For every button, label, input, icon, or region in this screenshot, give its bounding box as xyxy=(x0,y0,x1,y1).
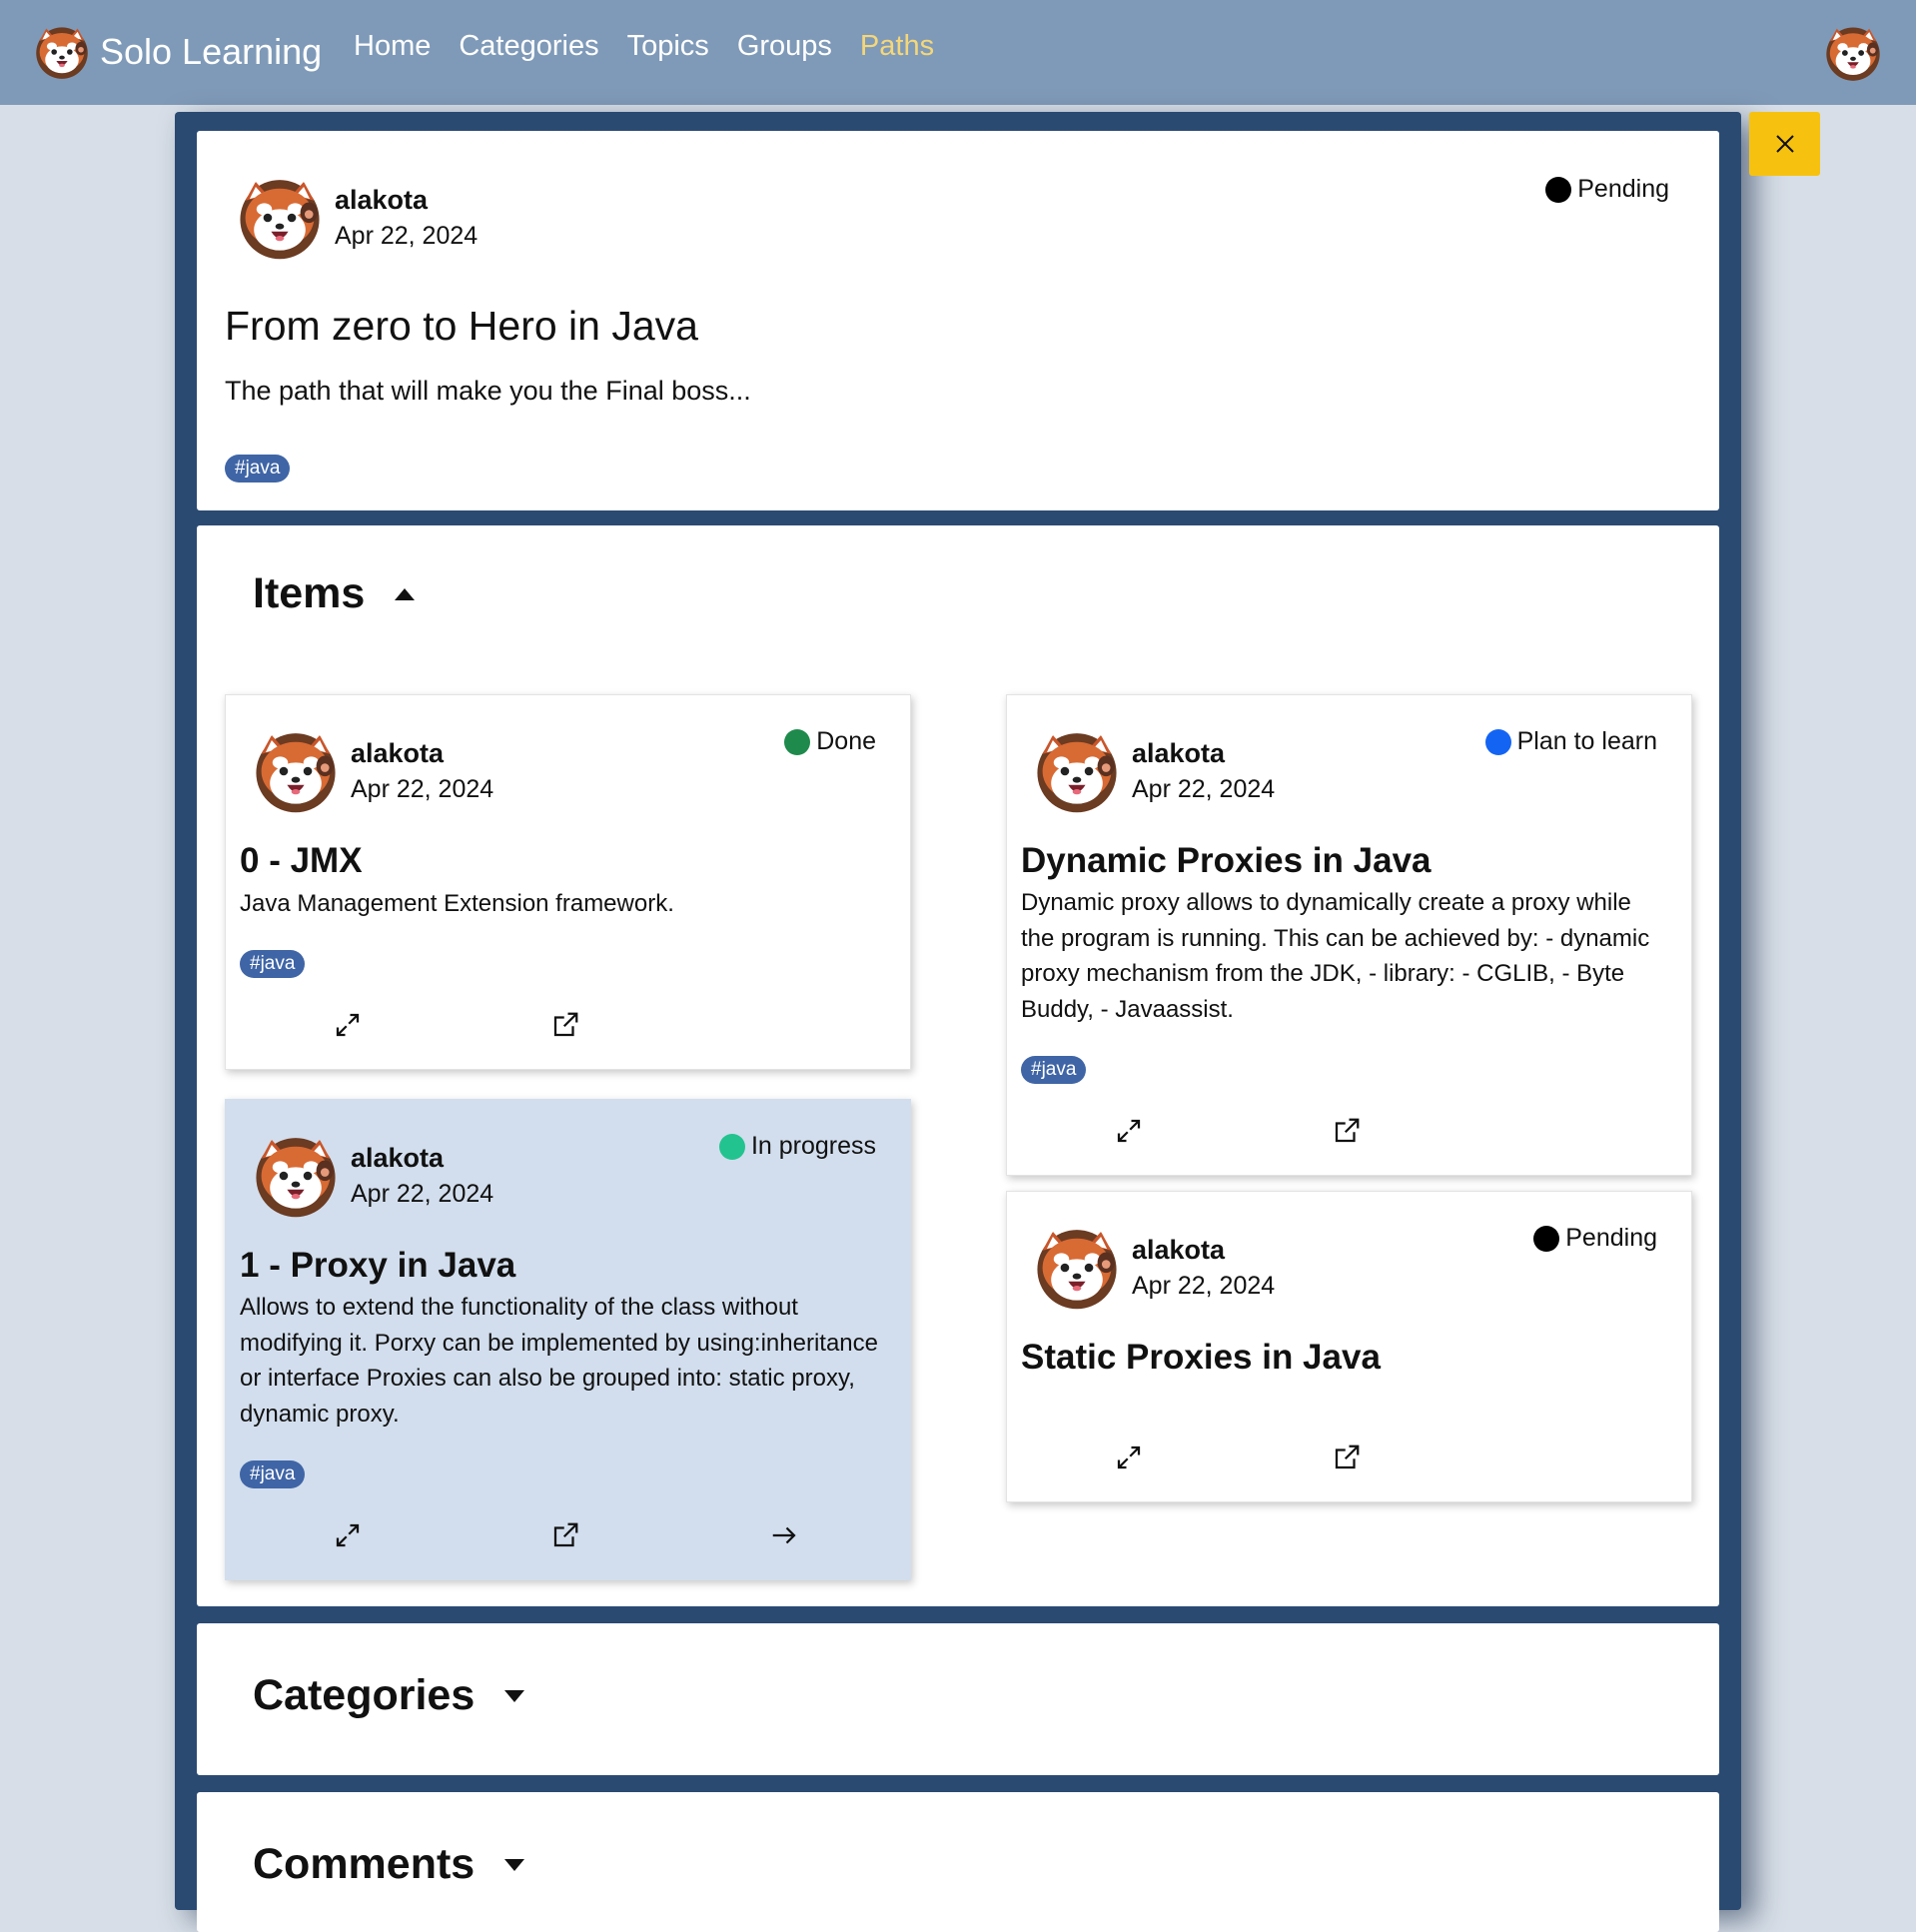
nav-link-paths[interactable]: Paths xyxy=(860,30,934,63)
path-status: Pending xyxy=(1545,175,1669,204)
external-link-icon xyxy=(550,1010,580,1040)
close-button[interactable] xyxy=(1749,112,1820,176)
expand-icon xyxy=(333,1520,363,1550)
next-button[interactable] xyxy=(766,1517,802,1553)
path-description: The path that will make you the Final bo… xyxy=(225,376,751,406)
red-panda-logo-icon xyxy=(34,24,90,80)
status-dot-icon xyxy=(1545,176,1572,203)
author-name: alakota xyxy=(1132,1235,1226,1265)
expand-button[interactable] xyxy=(1111,1113,1147,1149)
author-date: Apr 22, 2024 xyxy=(351,775,494,803)
author-name: alakota xyxy=(335,185,429,215)
close-icon xyxy=(1775,135,1794,153)
expand-icon xyxy=(1114,1443,1144,1472)
item-author: alakota Apr 22, 2024 xyxy=(253,1133,493,1219)
expand-button[interactable] xyxy=(330,1007,366,1043)
navbar: Solo Learning Home Categories Topics Gro… xyxy=(0,0,1916,105)
categories-heading-label: Categories xyxy=(253,1671,476,1719)
item-title: 1 - Proxy in Java xyxy=(240,1246,516,1285)
item-description: Java Management Extension framework. xyxy=(240,890,674,917)
open-external-button[interactable] xyxy=(1329,1440,1365,1475)
item-author: alakota Apr 22, 2024 xyxy=(1034,1225,1275,1311)
items-heading[interactable]: Items xyxy=(253,569,416,618)
open-external-button[interactable] xyxy=(547,1007,583,1043)
item-description: Allows to extend the functionality of th… xyxy=(240,1294,878,1428)
author-date: Apr 22, 2024 xyxy=(351,1180,494,1208)
expand-button[interactable] xyxy=(1111,1440,1147,1475)
categories-section: Categories xyxy=(197,1623,1719,1775)
brand[interactable]: Solo Learning xyxy=(34,22,322,82)
expand-button[interactable] xyxy=(330,1517,366,1553)
item-status: Pending xyxy=(1533,1224,1657,1253)
author-avatar-icon xyxy=(1034,728,1120,814)
comments-heading[interactable]: Comments xyxy=(253,1840,525,1889)
status-dot-icon xyxy=(718,1133,745,1160)
nav-link-home[interactable]: Home xyxy=(354,30,431,63)
item-actions xyxy=(226,1517,910,1557)
path-author: alakota Apr 22, 2024 xyxy=(237,175,478,261)
item-tag[interactable]: #java xyxy=(240,1460,306,1488)
path-tag[interactable]: #java xyxy=(225,455,291,483)
nav-link-groups[interactable]: Groups xyxy=(737,30,832,63)
nav-link-topics[interactable]: Topics xyxy=(627,30,709,63)
status-label: Plan to learn xyxy=(1516,727,1657,755)
author-avatar-icon xyxy=(237,175,323,261)
external-link-icon xyxy=(550,1520,580,1550)
author-date: Apr 22, 2024 xyxy=(1132,1272,1276,1300)
item-author: alakota Apr 22, 2024 xyxy=(1034,728,1275,814)
caret-down-icon xyxy=(504,1858,525,1871)
status-dot-icon xyxy=(1484,728,1511,755)
item-tag[interactable]: #java xyxy=(1021,1056,1087,1084)
nav-link-categories[interactable]: Categories xyxy=(459,30,598,63)
status-label: Done xyxy=(816,727,876,755)
status-label: Pending xyxy=(1565,1224,1657,1252)
item-status: Done xyxy=(784,727,876,756)
item-status: Plan to learn xyxy=(1484,727,1657,756)
status-label: Pending xyxy=(1577,175,1669,203)
author-date: Apr 22, 2024 xyxy=(1132,775,1276,803)
item-title: Dynamic Proxies in Java xyxy=(1021,841,1432,880)
item-card-jmx[interactable]: alakota Apr 22, 2024 Done 0 - JMX Java M… xyxy=(225,694,911,1070)
items-heading-label: Items xyxy=(253,569,366,617)
status-dot-icon xyxy=(1533,1225,1560,1252)
caret-down-icon xyxy=(504,1689,525,1702)
item-status: In progress xyxy=(718,1132,876,1161)
external-link-icon xyxy=(1332,1443,1362,1472)
author-avatar-icon xyxy=(253,728,339,814)
status-dot-icon xyxy=(784,728,811,755)
comments-heading-label: Comments xyxy=(253,1840,476,1888)
expand-icon xyxy=(333,1010,363,1040)
brand-name: Solo Learning xyxy=(100,31,323,72)
categories-heading[interactable]: Categories xyxy=(253,1671,525,1720)
item-author: alakota Apr 22, 2024 xyxy=(253,728,493,814)
path-title: From zero to Hero in Java xyxy=(225,303,698,349)
user-avatar-icon[interactable] xyxy=(1824,24,1882,82)
external-link-icon xyxy=(1332,1116,1362,1146)
author-avatar-icon xyxy=(1034,1225,1120,1311)
open-external-button[interactable] xyxy=(547,1517,583,1553)
author-name: alakota xyxy=(351,738,445,768)
item-card-static-proxies[interactable]: alakota Apr 22, 2024 Pending Static Prox… xyxy=(1006,1191,1692,1502)
item-tag[interactable]: #java xyxy=(240,950,306,978)
arrow-right-icon xyxy=(769,1520,799,1550)
expand-icon xyxy=(1114,1116,1144,1146)
item-actions xyxy=(226,1007,910,1047)
item-description: Dynamic proxy allows to dynamically crea… xyxy=(1021,889,1650,1023)
author-name: alakota xyxy=(351,1143,445,1173)
item-title: 0 - JMX xyxy=(240,841,363,880)
status-label: In progress xyxy=(750,1132,876,1160)
author-date: Apr 22, 2024 xyxy=(335,222,479,250)
item-actions xyxy=(1007,1440,1691,1479)
author-avatar-icon xyxy=(253,1133,339,1219)
item-card-dynamic-proxies[interactable]: alakota Apr 22, 2024 Plan to learn Dynam… xyxy=(1006,694,1692,1176)
comments-section: Comments xyxy=(197,1792,1719,1932)
author-name: alakota xyxy=(1132,738,1226,768)
caret-up-icon xyxy=(395,587,416,600)
nav-links: Home Categories Topics Groups Paths xyxy=(354,30,962,63)
item-card-proxy[interactable]: alakota Apr 22, 2024 In progress 1 - Pro… xyxy=(225,1099,911,1580)
item-actions xyxy=(1007,1113,1691,1153)
path-header-card: alakota Apr 22, 2024 Pending From zero t… xyxy=(197,131,1719,510)
item-title: Static Proxies in Java xyxy=(1021,1338,1381,1377)
open-external-button[interactable] xyxy=(1329,1113,1365,1149)
